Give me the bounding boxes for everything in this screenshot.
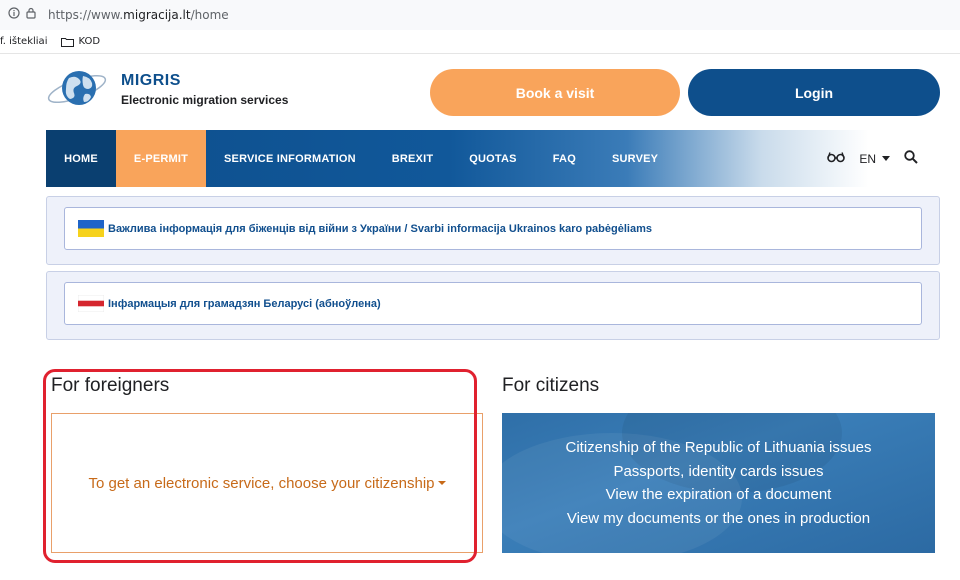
nav-service-information[interactable]: SERVICE INFORMATION (206, 130, 374, 187)
notice-link-belarus[interactable]: Інфармацыя для грамадзян Беларусі (абноў… (64, 282, 922, 325)
citizens-panel: Citizenship of the Republic of Lithuania… (502, 413, 935, 553)
logo-subtitle: Electronic migration services (121, 92, 289, 107)
language-label: EN (859, 151, 876, 166)
main-navigation: HOME E-PERMIT SERVICE INFORMATION BREXIT… (46, 130, 940, 187)
info-icon[interactable] (8, 6, 20, 24)
logo-title: MIGRIS (121, 71, 181, 89)
url-domain: migracija.lt (123, 8, 191, 22)
notice-link-ukraine[interactable]: Важлива інформація для біженців від війн… (64, 207, 922, 250)
highlight-annotation (43, 369, 477, 563)
citizens-heading: For citizens (502, 375, 600, 396)
url-path: /home (190, 8, 229, 22)
citizenship-issues-link[interactable]: Citizenship of the Republic of Lithuania… (502, 436, 935, 460)
notice-belarus: Інфармацыя для грамадзян Беларусі (абноў… (46, 271, 940, 340)
my-documents-link[interactable]: View my documents or the ones in product… (502, 507, 935, 531)
search-icon[interactable] (904, 150, 918, 167)
nav-quotas[interactable]: QUOTAS (451, 130, 534, 187)
login-button[interactable]: Login (688, 69, 940, 116)
bookmarks-bar: f. ištekliai KOD (0, 30, 960, 54)
browser-address-bar[interactable]: https://www.migracija.lt/home (0, 0, 960, 30)
nav-e-permit[interactable]: E-PERMIT (116, 130, 206, 187)
folder-icon (61, 37, 75, 47)
chevron-down-icon (882, 156, 890, 161)
nav-faq[interactable]: FAQ (535, 130, 594, 187)
nav-home[interactable]: HOME (46, 130, 116, 187)
language-selector[interactable]: EN (859, 152, 890, 166)
site-logo[interactable]: MIGRIS Electronic migration services (45, 66, 288, 112)
nav-brexit[interactable]: BREXIT (374, 130, 452, 187)
bookmark-folder[interactable]: KOD (61, 36, 100, 47)
url-prefix: https://www. (48, 8, 124, 22)
book-visit-button[interactable]: Book a visit (430, 69, 680, 116)
notice-ukraine: Важлива інформація для біженців від війн… (46, 196, 940, 265)
globe-logo-icon (47, 71, 107, 105)
passports-issues-link[interactable]: Passports, identity cards issues (502, 460, 935, 484)
url-text[interactable]: https://www.migracija.lt/home (48, 8, 229, 22)
notice-text-belarus: Інфармацыя для грамадзян Беларусі (абноў… (108, 297, 381, 310)
notice-text-ukraine: Важлива інформація для біженців від війн… (108, 222, 652, 235)
bookmark-folder-label: KOD (78, 36, 101, 47)
nav-survey[interactable]: SURVEY (594, 130, 676, 187)
ukraine-flag-icon (78, 220, 104, 237)
belarus-flag-icon (78, 295, 104, 312)
document-expiration-link[interactable]: View the expiration of a document (502, 483, 935, 507)
accessibility-glasses-icon[interactable] (827, 151, 846, 166)
bookmark-item[interactable]: f. ištekliai (0, 36, 47, 47)
lock-icon[interactable] (26, 6, 36, 24)
